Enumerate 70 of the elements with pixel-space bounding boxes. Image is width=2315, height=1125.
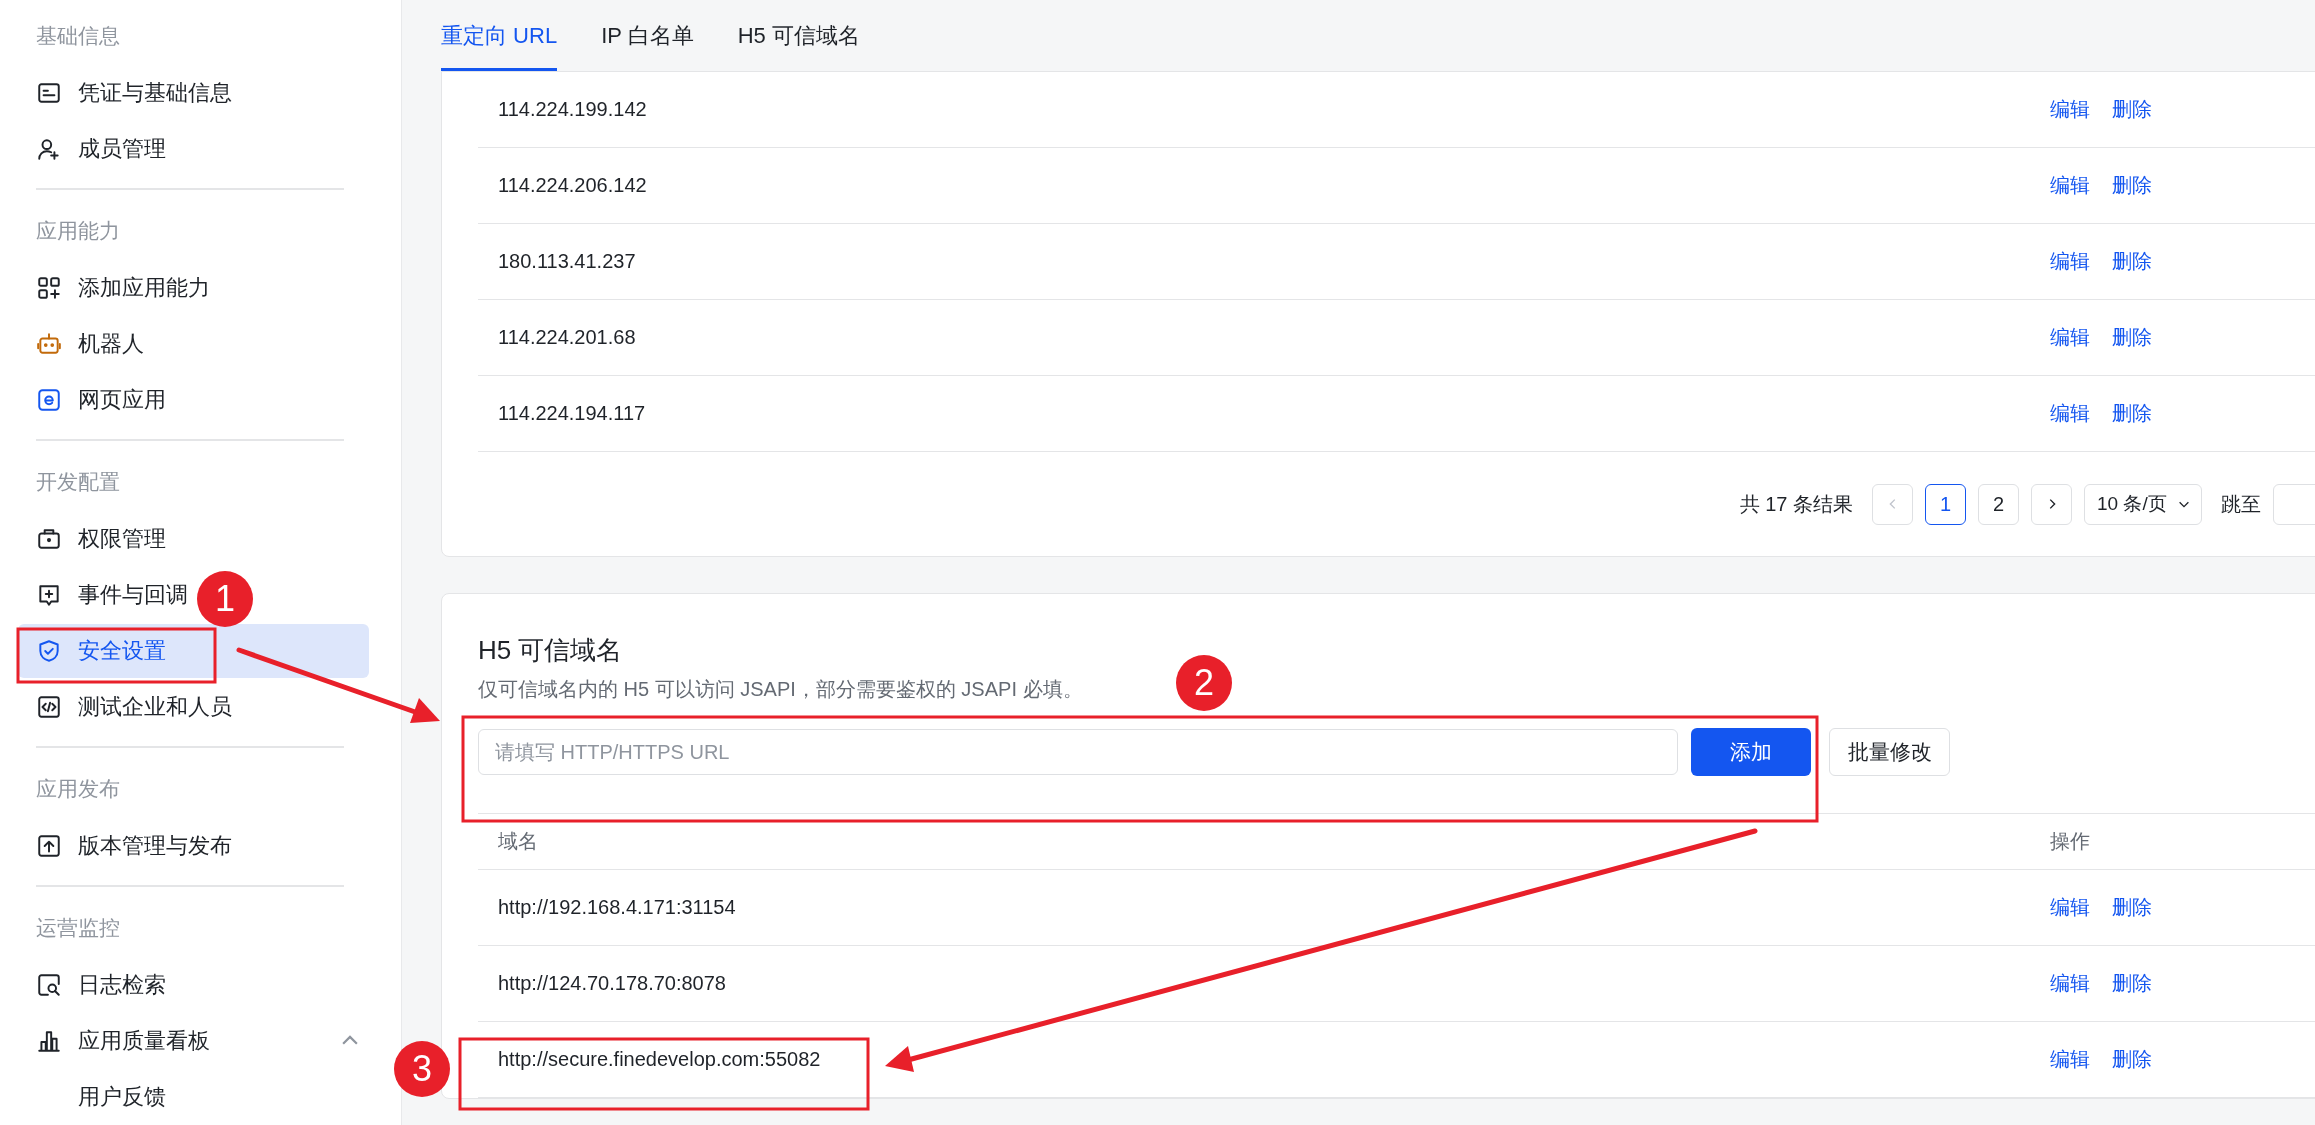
- bar-chart-icon: [36, 1028, 62, 1054]
- column-header: 操作: [2050, 829, 2090, 854]
- action-link[interactable]: 删除: [2112, 1046, 2152, 1073]
- action-link[interactable]: 编辑: [2050, 248, 2090, 275]
- sidebar-item[interactable]: 事件与回调: [36, 568, 188, 622]
- shield-check-icon: [36, 638, 62, 664]
- action-link[interactable]: 编辑: [2050, 1046, 2090, 1073]
- page-button[interactable]: 2: [1978, 483, 2019, 525]
- sidebar-item[interactable]: 应用质量看板: [36, 1014, 369, 1068]
- id-card-icon: [36, 80, 62, 106]
- action-link[interactable]: 编辑: [2050, 96, 2090, 123]
- sidebar-item[interactable]: 权限管理: [36, 512, 166, 566]
- table-cell-text: http://secure.finedevelop.com:55082: [497, 1048, 822, 1071]
- code-icon: [36, 694, 62, 720]
- table-cell-text: 114.224.199.142: [497, 98, 648, 121]
- log-search-icon: [36, 972, 62, 998]
- tab[interactable]: H5 可信域名: [737, 0, 860, 71]
- robot-icon: [36, 331, 62, 357]
- table-cell-text: 180.113.41.237: [497, 250, 637, 273]
- page-size-select[interactable]: 10 条/页: [2084, 483, 2202, 525]
- section-label: 基础信息: [35, 23, 121, 49]
- jump-label: 跳至: [2221, 491, 2261, 517]
- add-grid-icon: [36, 275, 62, 301]
- section-label: 运营监控: [35, 915, 121, 941]
- table-cell-text: http://192.168.4.171:31154: [497, 896, 737, 919]
- web-page-icon: [36, 387, 62, 413]
- sidebar-item[interactable]: 网页应用: [36, 373, 166, 427]
- section-description: 仅可信域名内的 H5 可以访问 JSAPI，部分需要鉴权的 JSAPI 必填。: [478, 677, 1083, 702]
- add-user-icon: [36, 136, 62, 162]
- table-cell-text: 114.224.194.117: [497, 402, 647, 425]
- action-link[interactable]: 编辑: [2050, 400, 2090, 427]
- action-link[interactable]: 删除: [2112, 172, 2152, 199]
- sidebar-item[interactable]: 安全设置: [18, 624, 369, 678]
- url-input-field[interactable]: 请填写 HTTP/HTTPS URL: [478, 729, 1678, 775]
- sidebar-item[interactable]: 凭证与基础信息: [36, 66, 232, 120]
- briefcase-icon: [36, 526, 62, 552]
- sidebar-item[interactable]: 版本管理与发布: [36, 819, 232, 873]
- table-cell-text: 114.224.206.142: [497, 174, 648, 197]
- tab[interactable]: IP 白名单: [601, 0, 694, 71]
- action-link[interactable]: 编辑: [2050, 324, 2090, 351]
- action-link[interactable]: 删除: [2112, 400, 2152, 427]
- section-title: H5 可信域名: [477, 634, 624, 667]
- section-label: 应用发布: [35, 776, 121, 802]
- column-header: 域名: [497, 829, 539, 854]
- action-link[interactable]: 编辑: [2050, 172, 2090, 199]
- section-label: 开发配置: [35, 469, 121, 495]
- action-link[interactable]: 删除: [2112, 970, 2152, 997]
- sidebar-item[interactable]: 机器人: [36, 317, 144, 371]
- previous-page-button[interactable]: [1872, 483, 1913, 525]
- batch-edit-button[interactable]: 批量修改: [1829, 728, 1950, 776]
- next-page-button[interactable]: [2031, 483, 2072, 525]
- action-link[interactable]: 删除: [2112, 324, 2152, 351]
- action-link[interactable]: 编辑: [2050, 970, 2090, 997]
- page-button[interactable]: 1: [1925, 483, 1966, 525]
- action-link[interactable]: 编辑: [2050, 894, 2090, 921]
- section-label: 应用能力: [35, 218, 121, 244]
- add-message-icon: [36, 582, 62, 608]
- action-link[interactable]: 删除: [2112, 894, 2152, 921]
- table-cell-text: http://124.70.178.70:8078: [497, 972, 727, 995]
- sidebar-item[interactable]: 添加应用能力: [36, 261, 210, 315]
- sidebar-item[interactable]: 日志检索: [36, 958, 166, 1012]
- result-count: 共 17 条结果: [1739, 491, 1853, 517]
- sidebar-item[interactable]: 成员管理: [36, 122, 166, 176]
- action-link[interactable]: 删除: [2112, 248, 2152, 275]
- upload-icon: [36, 833, 62, 859]
- action-link[interactable]: 删除: [2112, 96, 2152, 123]
- table-cell-text: 114.224.201.68: [497, 326, 637, 349]
- add-button[interactable]: 添加: [1691, 728, 1811, 776]
- sidebar-item[interactable]: 测试企业和人员: [36, 680, 232, 734]
- sidebar-item[interactable]: 用户反馈: [78, 1070, 166, 1124]
